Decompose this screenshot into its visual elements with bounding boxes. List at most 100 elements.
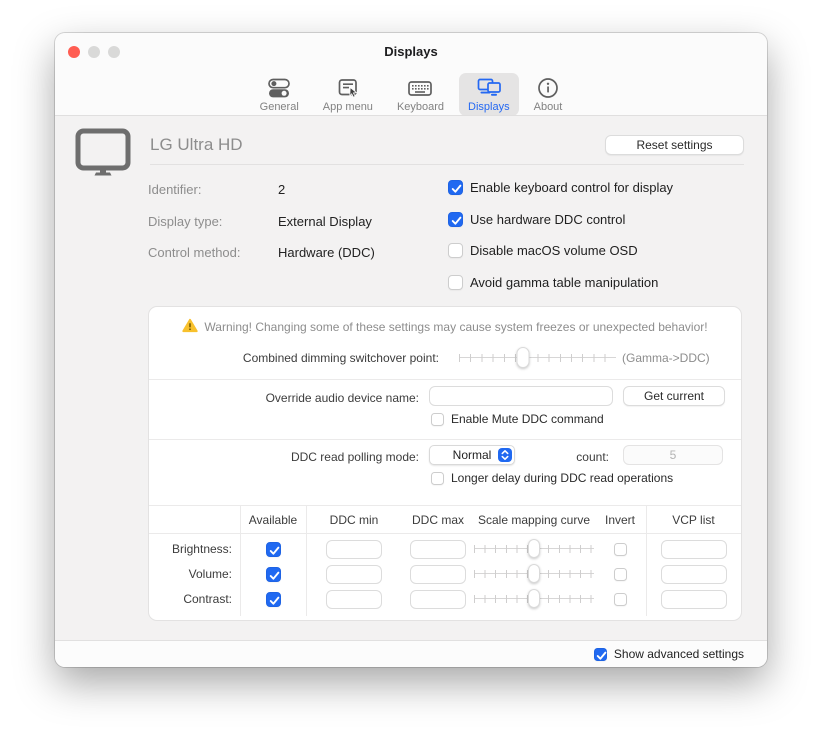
warning-icon	[182, 318, 198, 336]
hardware-ddc-checkbox[interactable]	[448, 212, 463, 227]
displays-pane: LG Ultra HD Reset settings Identifier: 2…	[55, 115, 767, 640]
col-curve-header: Scale mapping curve	[474, 513, 594, 527]
row-label: Volume:	[149, 567, 240, 581]
contrast-invert-checkbox[interactable]	[614, 593, 627, 606]
checkmark-icon	[450, 214, 463, 227]
warning-text: Warning! Changing some of these settings…	[204, 320, 707, 334]
checkmark-icon	[450, 182, 463, 195]
volume-ddc-min-input[interactable]	[326, 565, 382, 584]
mute-ddc-option: Enable Mute DDC command	[431, 412, 604, 426]
checkbox-label: Use hardware DDC control	[470, 212, 625, 227]
header-divider	[150, 164, 744, 165]
show-advanced-checkbox[interactable]	[594, 648, 607, 661]
show-advanced-option: Show advanced settings	[594, 647, 744, 661]
col-vcp-header: VCP list	[646, 513, 741, 527]
dimming-suffix-label: (Gamma->DDC)	[622, 351, 710, 365]
dimming-switchover-slider[interactable]	[459, 347, 616, 368]
option-keyboard-control: Enable keyboard control for display	[448, 180, 673, 195]
checkmark-icon	[268, 569, 281, 582]
displays-preferences-window: Displays General App menu	[55, 33, 767, 667]
polling-mode-select[interactable]: Normal	[429, 445, 515, 465]
slider-knob[interactable]	[517, 347, 530, 368]
option-hardware-ddc: Use hardware DDC control	[448, 212, 625, 227]
monitor-icon	[75, 128, 131, 181]
volume-curve-slider[interactable]	[481, 564, 588, 585]
col-ddc-max-header: DDC max	[402, 513, 474, 527]
volume-ddc-max-input[interactable]	[410, 565, 466, 584]
enable-mute-checkbox[interactable]	[431, 413, 444, 426]
table-row-volume: Volume:	[149, 563, 741, 585]
keyboard-icon	[407, 76, 433, 100]
tab-label: Displays	[468, 101, 510, 113]
brightness-vcp-input[interactable]	[661, 540, 727, 559]
brightness-invert-checkbox[interactable]	[614, 543, 627, 556]
identifier-label: Identifier:	[148, 182, 273, 197]
table-row-brightness: Brightness:	[149, 538, 741, 560]
tab-about[interactable]: About	[525, 73, 572, 116]
selected-option: Normal	[453, 448, 492, 462]
audio-device-name-input[interactable]	[429, 386, 613, 406]
contrast-curve-slider[interactable]	[481, 589, 588, 610]
volume-vcp-input[interactable]	[661, 565, 727, 584]
reset-settings-button[interactable]: Reset settings	[605, 135, 744, 155]
display-type-value: External Display	[278, 214, 372, 229]
brightness-ddc-min-input[interactable]	[326, 540, 382, 559]
contrast-ddc-max-input[interactable]	[410, 590, 466, 609]
table-header-row: Available DDC min DDC max Scale mapping …	[149, 511, 741, 529]
checkbox-label: Enable Mute DDC command	[451, 412, 604, 426]
advanced-settings-panel: Warning! Changing some of these settings…	[148, 306, 742, 621]
display-type-label: Display type:	[148, 214, 273, 229]
volume-available-checkbox[interactable]	[266, 567, 281, 582]
identifier-value: 2	[278, 182, 285, 197]
table-header-divider	[149, 533, 741, 534]
brightness-available-checkbox[interactable]	[266, 542, 281, 557]
tab-displays[interactable]: Displays	[459, 73, 519, 116]
contrast-ddc-min-input[interactable]	[326, 590, 382, 609]
keyboard-control-checkbox[interactable]	[448, 180, 463, 195]
volume-invert-checkbox[interactable]	[614, 568, 627, 581]
tab-label: Keyboard	[397, 101, 444, 113]
warning-row: Warning! Changing some of these settings…	[149, 318, 741, 336]
tab-keyboard[interactable]: Keyboard	[388, 73, 453, 116]
panel-divider	[149, 379, 741, 380]
disable-osd-checkbox[interactable]	[448, 243, 463, 258]
preferences-toolbar: General App menu	[55, 71, 767, 115]
slider-knob[interactable]	[528, 539, 540, 558]
checkbox-label: Show advanced settings	[614, 647, 744, 661]
window-title: Displays	[55, 44, 767, 59]
col-available-header: Available	[240, 513, 306, 527]
checkbox-label: Avoid gamma table manipulation	[470, 275, 658, 290]
dimming-switchover-label: Combined dimming switchover point:	[243, 351, 439, 365]
menu-cursor-icon	[336, 76, 360, 100]
override-audio-label: Override audio device name:	[266, 391, 419, 405]
row-label: Contrast:	[149, 592, 240, 606]
footer-bar: Show advanced settings	[55, 640, 767, 667]
count-input[interactable]	[623, 445, 723, 465]
col-invert-header: Invert	[594, 513, 646, 527]
row-label: Brightness:	[149, 542, 240, 556]
get-current-button[interactable]: Get current	[623, 386, 725, 406]
control-method-value: Hardware (DDC)	[278, 245, 375, 260]
tab-label: App menu	[323, 101, 373, 113]
brightness-ddc-max-input[interactable]	[410, 540, 466, 559]
toggles-icon	[267, 76, 291, 100]
checkmark-icon	[268, 594, 281, 607]
avoid-gamma-checkbox[interactable]	[448, 275, 463, 290]
checkbox-label: Longer delay during DDC read operations	[451, 471, 673, 485]
tab-general[interactable]: General	[251, 73, 308, 116]
brightness-curve-slider[interactable]	[481, 539, 588, 560]
option-avoid-gamma: Avoid gamma table manipulation	[448, 275, 658, 290]
longer-delay-option: Longer delay during DDC read operations	[431, 471, 673, 485]
slider-knob[interactable]	[528, 589, 540, 608]
longer-delay-checkbox[interactable]	[431, 472, 444, 485]
contrast-available-checkbox[interactable]	[266, 592, 281, 607]
contrast-vcp-input[interactable]	[661, 590, 727, 609]
tab-label: About	[534, 101, 563, 113]
tab-app-menu[interactable]: App menu	[314, 73, 382, 116]
title-bar[interactable]: Displays	[55, 33, 767, 71]
checkbox-label: Enable keyboard control for display	[470, 180, 673, 195]
slider-knob[interactable]	[528, 564, 540, 583]
control-method-label: Control method:	[148, 245, 273, 260]
slider-ticks	[459, 354, 616, 362]
tab-label: General	[260, 101, 299, 113]
